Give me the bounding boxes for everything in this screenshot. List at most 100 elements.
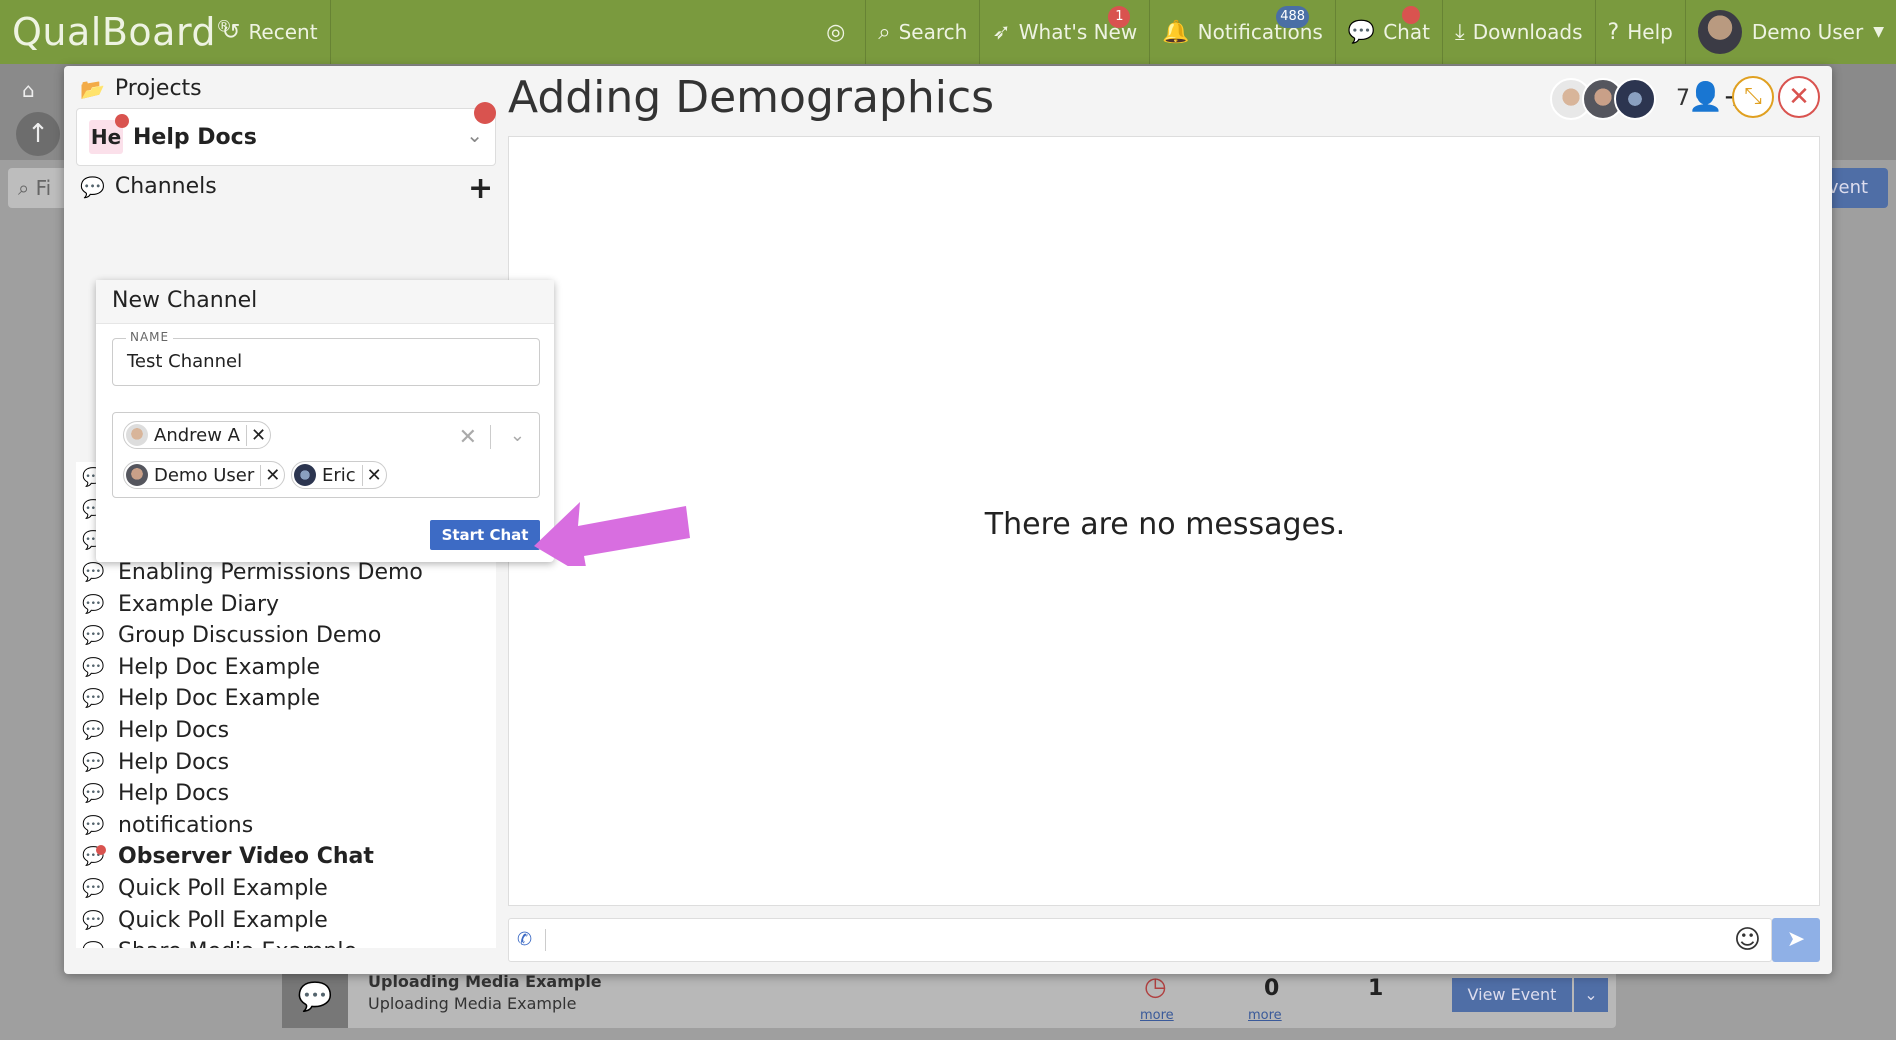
channel-label: Quick Poll Example	[118, 907, 328, 933]
start-chat-button[interactable]: Start Chat	[430, 520, 540, 550]
close-icon: ✕	[1788, 82, 1810, 112]
nav-user-menu[interactable]: Demo User ▼	[1686, 0, 1896, 64]
more-link: more	[1248, 1008, 1282, 1023]
remove-member-icon[interactable]: ✕	[245, 424, 266, 446]
nav-notifications[interactable]: 🔔 Notifications 488	[1150, 0, 1336, 64]
conversation-title: Adding Demographics	[508, 72, 995, 123]
top-navbar: QualBoard® ↺ Recent ◎ ⌕ Search ➶ What's New…	[0, 0, 1896, 64]
background-event-row: 💬 Uploading Media Example Uploading Medi…	[282, 966, 1616, 1028]
avatar	[294, 464, 316, 486]
channel-name-field[interactable]: Test Channel	[112, 338, 540, 386]
nav-fingerprint[interactable]: ◎	[814, 0, 867, 64]
rocket-icon: ➶	[992, 19, 1011, 45]
comment-icon: 💬	[82, 593, 105, 615]
download-icon: ⤓	[1454, 19, 1465, 45]
caret-down-icon: ▼	[1873, 24, 1884, 40]
nav-downloads[interactable]: ⤓ Downloads	[1443, 0, 1596, 64]
message-area: There are no messages.	[508, 136, 1820, 906]
channel-item[interactable]: 💬 Quick Poll Example	[76, 904, 496, 936]
project-badge: He	[89, 114, 129, 154]
compress-icon: ⤡	[1744, 84, 1762, 109]
channel-item[interactable]: 💬 Example Diary	[76, 588, 496, 620]
scroll-up-icon: ↑	[16, 112, 60, 156]
unread-indicator	[474, 102, 496, 124]
comment-icon: 💬	[82, 562, 105, 584]
member-select[interactable]: Andrew A ✕ Demo User ✕ Eric ✕ ✕ ⌄	[112, 412, 540, 498]
avatar	[1697, 10, 1742, 54]
channel-label: notifications	[118, 812, 254, 838]
logo[interactable]: QualBoard®	[0, 10, 232, 54]
clear-members-icon[interactable]: ✕	[459, 425, 477, 450]
project-unread-dot	[115, 114, 129, 128]
member-chip: Eric ✕	[291, 461, 387, 489]
phone-icon[interactable]: ✆	[517, 929, 532, 950]
project-name: Help Docs	[133, 124, 257, 150]
comment-icon: 💬	[82, 783, 105, 805]
clock-icon: ◷	[1144, 972, 1167, 1002]
channel-item[interactable]: 💬 Share Media Example	[76, 936, 496, 948]
channel-item[interactable]: 💬 Help Doc Example	[76, 652, 496, 684]
nav-search[interactable]: ⌕ Search	[866, 0, 981, 64]
bell-icon: 🔔	[1162, 19, 1190, 45]
comments-icon: 💬	[80, 174, 105, 199]
close-button[interactable]: ✕	[1778, 76, 1820, 118]
channel-label: Example Diary	[118, 591, 280, 617]
chat-bubble-icon: 💬	[282, 966, 348, 1028]
home-icon: ⌂	[22, 78, 35, 102]
comment-icon: 💬	[82, 909, 105, 931]
event-count: 0	[1264, 976, 1280, 1001]
remove-member-icon[interactable]: ✕	[260, 464, 280, 486]
channel-item[interactable]: 💬 Group Discussion Demo	[76, 620, 496, 652]
channel-item[interactable]: 💬 Observer Video Chat	[76, 841, 496, 873]
channel-item[interactable]: 💬 notifications	[76, 810, 496, 842]
channel-item[interactable]: 💬 Quick Poll Example	[76, 873, 496, 905]
channel-item[interactable]: 💬 Help Docs	[76, 778, 496, 810]
send-button[interactable]: ➤	[1772, 918, 1820, 962]
avatar	[1614, 78, 1656, 120]
history-icon: ↺	[222, 19, 241, 45]
new-channel-popover: New Channel Test Channel NAME Andrew A ✕…	[96, 280, 554, 562]
paper-plane-icon: ➤	[1786, 927, 1806, 952]
nav-chat[interactable]: 💬 Chat	[1336, 0, 1443, 64]
nav-help[interactable]: ? Help	[1596, 0, 1686, 64]
channel-item[interactable]: 💬 Help Docs	[76, 746, 496, 778]
project-select[interactable]: He Help Docs ⌄	[76, 108, 496, 166]
channel-name-value: Test Channel	[127, 351, 243, 372]
comment-icon: 💬	[82, 878, 105, 900]
chevron-down-icon: ⌄	[1574, 978, 1608, 1012]
divider	[490, 425, 491, 449]
chat-icon: 💬	[1347, 19, 1376, 45]
event-count: 1	[1368, 976, 1384, 1001]
chevron-down-icon[interactable]: ⌄	[510, 425, 525, 446]
event-subtitle: Uploading Media Example	[368, 994, 577, 1013]
message-compose[interactable]: ✆ ☺	[508, 918, 1772, 962]
nav-whats-new[interactable]: ➶ What's New 1	[980, 0, 1151, 64]
channel-label: Share Media Example	[118, 939, 357, 948]
avatar	[126, 464, 148, 486]
chat-modal: 📂Projects He Help Docs ⌄ 💬Channels + 💬 En…	[64, 66, 1832, 974]
participant-avatars[interactable]: 7	[1550, 78, 1690, 122]
member-chip: Demo User ✕	[123, 461, 286, 489]
comment-icon: 💬	[82, 751, 105, 773]
channel-label: Enabling Permissions Demo	[118, 560, 423, 586]
comment-icon: 💬	[82, 688, 105, 710]
minimize-button[interactable]: ⤡	[1732, 76, 1774, 118]
channels-header: 💬 Channels	[80, 174, 217, 199]
comment-icon: 💬	[82, 814, 105, 836]
search-icon: ⌕	[878, 19, 891, 45]
add-channel-button[interactable]: +	[468, 174, 493, 204]
emoji-icon[interactable]: ☺	[1734, 925, 1761, 955]
projects-header: 📂 Projects	[80, 76, 202, 101]
channel-label: Quick Poll Example	[118, 876, 328, 902]
filter-search-icon: ⌕	[18, 176, 30, 200]
callout-arrow	[534, 502, 690, 566]
channel-item[interactable]: 💬 Help Doc Example	[76, 683, 496, 715]
channel-item[interactable]: 💬 Help Docs	[76, 715, 496, 747]
popover-title: New Channel	[96, 280, 554, 324]
nav-recent[interactable]: ↺ Recent	[210, 0, 331, 64]
remove-member-icon[interactable]: ✕	[361, 464, 382, 486]
name-field-label: NAME	[126, 330, 174, 344]
divider	[545, 929, 546, 951]
channel-label: Group Discussion Demo	[118, 623, 382, 649]
channel-label: Help Docs	[118, 718, 230, 744]
